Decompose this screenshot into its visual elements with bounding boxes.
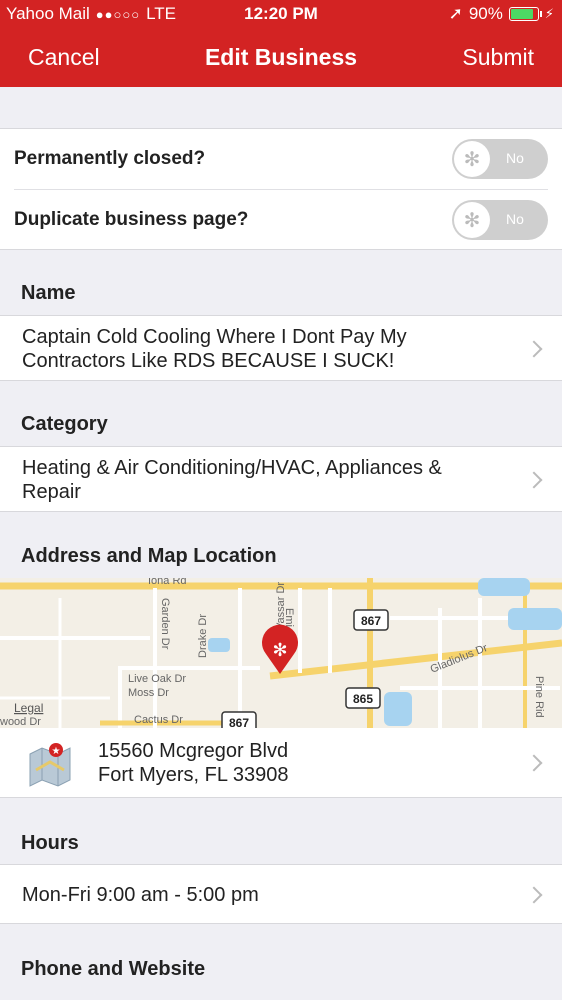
toggles-card: Permanently closed? ✻ No Duplicate busin… <box>0 128 562 250</box>
phone-website-header: Phone and Website <box>21 958 206 980</box>
business-name-line2: Contractors Like RDS BECAUSE I SUCK! <box>22 350 395 372</box>
submit-button[interactable]: Submit <box>462 44 534 71</box>
status-right: ➚ 90% ⚡ <box>449 4 554 24</box>
svg-text:Pine Rid: Pine Rid <box>533 676 545 718</box>
yelp-burst-icon: ✻ <box>454 141 490 177</box>
business-name: Captain Cold Cooling Where I Dont Pay My… <box>22 325 502 373</box>
toggle-value: No <box>506 150 524 166</box>
duplicate-page-toggle[interactable]: ✻ No <box>452 200 548 240</box>
location-map[interactable]: Iona Rd Garden Dr Drake Dr Emi Vassar Dr… <box>0 578 562 728</box>
category-row[interactable]: Heating & Air Conditioning/HVAC, Applian… <box>0 446 562 512</box>
name-header: Name <box>21 282 76 304</box>
svg-text:Garden Dr: Garden Dr <box>159 598 171 650</box>
chevron-right-icon <box>525 471 543 489</box>
address-line1: 15560 Mcgregor Blvd <box>98 740 289 762</box>
svg-text:Drake Dr: Drake Dr <box>197 614 209 658</box>
svg-text:Vassar Dr: Vassar Dr <box>275 582 287 630</box>
svg-text:Cactus Dr: Cactus Dr <box>134 714 183 726</box>
hours-value: Mon-Fri 9:00 am - 5:00 pm <box>22 884 259 906</box>
category-line2: Repair <box>22 481 81 503</box>
permanently-closed-toggle[interactable]: ✻ No <box>452 139 548 179</box>
location-arrow-icon: ➚ <box>448 4 463 23</box>
svg-text:867: 867 <box>229 716 249 728</box>
battery-icon <box>508 7 542 21</box>
chevron-right-icon <box>525 754 543 772</box>
chevron-right-icon <box>525 886 543 904</box>
svg-text:★: ★ <box>52 746 61 757</box>
chevron-right-icon <box>525 340 543 358</box>
address-row[interactable]: ★ 15560 Mcgregor Blvd Fort Myers, FL 339… <box>0 728 562 798</box>
battery-percent: 90% <box>468 4 503 23</box>
svg-text:Moss Dr: Moss Dr <box>128 687 169 699</box>
permanently-closed-row: Permanently closed? ✻ No <box>14 129 548 189</box>
hours-row[interactable]: Mon-Fri 9:00 am - 5:00 pm <box>0 864 562 924</box>
svg-text:✻: ✻ <box>272 640 287 661</box>
map-app-icon: ★ <box>26 740 74 788</box>
name-row[interactable]: Captain Cold Cooling Where I Dont Pay My… <box>0 315 562 381</box>
nav-bar: Cancel Edit Business Submit <box>0 30 562 87</box>
svg-text:Legal: Legal <box>14 701 43 715</box>
duplicate-page-label: Duplicate business page? <box>14 209 249 230</box>
duplicate-page-row: Duplicate business page? ✻ No <box>14 190 548 250</box>
address-header: Address and Map Location <box>21 545 277 567</box>
map-graphic: Iona Rd Garden Dr Drake Dr Emi Vassar Dr… <box>0 578 562 728</box>
svg-text:Live Oak Dr: Live Oak Dr <box>128 673 186 685</box>
yelp-burst-icon: ✻ <box>454 202 490 238</box>
svg-text:wood Dr: wood Dr <box>0 716 41 728</box>
svg-text:865: 865 <box>353 692 373 706</box>
status-bar: Yahoo Mail ●●○○○ LTE 12:20 PM ➚ 90% ⚡ <box>0 0 562 30</box>
category-line1: Heating & Air Conditioning/HVAC, Applian… <box>22 457 442 479</box>
charging-icon: ⚡ <box>544 6 554 21</box>
address-line2: Fort Myers, FL 33908 <box>98 764 289 786</box>
hours-header: Hours <box>21 832 79 854</box>
business-name-line1: Captain Cold Cooling Where I Dont Pay My <box>22 326 407 348</box>
category-value: Heating & Air Conditioning/HVAC, Applian… <box>22 456 502 504</box>
address-value: 15560 Mcgregor Blvd Fort Myers, FL 33908 <box>98 739 502 787</box>
toggle-value: No <box>506 211 524 227</box>
svg-text:Iona Rd: Iona Rd <box>148 578 187 587</box>
category-header: Category <box>21 413 108 435</box>
permanently-closed-label: Permanently closed? <box>14 148 206 169</box>
svg-text:867: 867 <box>361 614 381 628</box>
